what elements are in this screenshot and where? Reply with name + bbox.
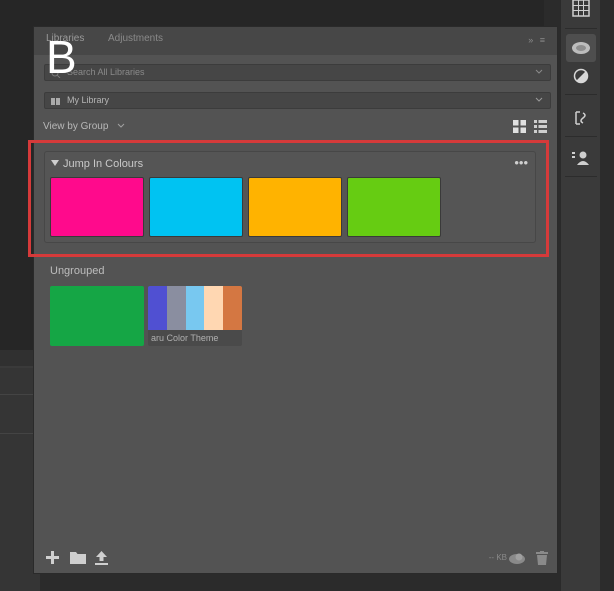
theme-color-strip (148, 286, 167, 330)
library-size: -- KB (488, 553, 507, 562)
cloud-sync-icon[interactable] (508, 551, 526, 569)
dock-edge (600, 0, 614, 591)
overlay-letter: B (46, 31, 77, 83)
divider (565, 176, 597, 177)
search-placeholder: Search All Libraries (67, 67, 145, 77)
search-field[interactable]: Search All Libraries (44, 64, 551, 81)
user-properties-icon[interactable] (566, 144, 596, 172)
upload-icon[interactable] (95, 551, 108, 570)
highlight-frame (28, 140, 549, 257)
theme-color-strip (185, 286, 205, 330)
add-icon[interactable] (46, 551, 60, 570)
panel-dock (560, 0, 600, 591)
trash-icon[interactable] (536, 551, 548, 570)
color-theme-item[interactable]: aru Color Theme (148, 286, 242, 346)
chevron-down-icon (535, 97, 543, 102)
view-by-label: View by Group (43, 121, 109, 132)
grid-view-icon[interactable] (513, 120, 526, 138)
libraries-panel: Libraries Adjustments » ≡ Search All Lib… (28, 26, 558, 574)
library-icon (51, 96, 61, 105)
divider (565, 94, 597, 95)
library-select-value: My Library (67, 95, 110, 105)
theme-color-strip (204, 286, 224, 330)
view-by-dropdown[interactable]: View by Group (43, 121, 125, 132)
paths-icon[interactable] (566, 104, 596, 132)
panel-footer: -- KB (34, 543, 557, 573)
list-view-icon[interactable] (534, 120, 547, 138)
chevron-down-icon (535, 69, 543, 74)
color-theme-label: aru Color Theme (148, 330, 242, 346)
divider (565, 28, 597, 29)
adjustments-icon[interactable] (566, 62, 596, 90)
tab-adjustments[interactable]: Adjustments (108, 33, 163, 44)
panel-menu-icon[interactable]: » ≡ (528, 35, 547, 45)
workspace: Libraries Adjustments » ≡ Search All Lib… (0, 0, 614, 591)
theme-color-strip (166, 286, 186, 330)
folder-icon[interactable] (70, 551, 86, 569)
ungrouped-color-swatch[interactable] (50, 286, 144, 346)
libraries-icon[interactable] (566, 34, 596, 62)
divider (565, 136, 597, 137)
ungrouped-title: Ungrouped (50, 265, 105, 277)
chevron-down-icon (117, 124, 125, 129)
theme-color-strip (223, 286, 242, 330)
grid-icon[interactable] (566, 0, 596, 22)
view-toggle (513, 120, 547, 138)
panel-tabbar: Libraries Adjustments » ≡ (34, 27, 557, 55)
library-select[interactable]: My Library (44, 92, 551, 109)
